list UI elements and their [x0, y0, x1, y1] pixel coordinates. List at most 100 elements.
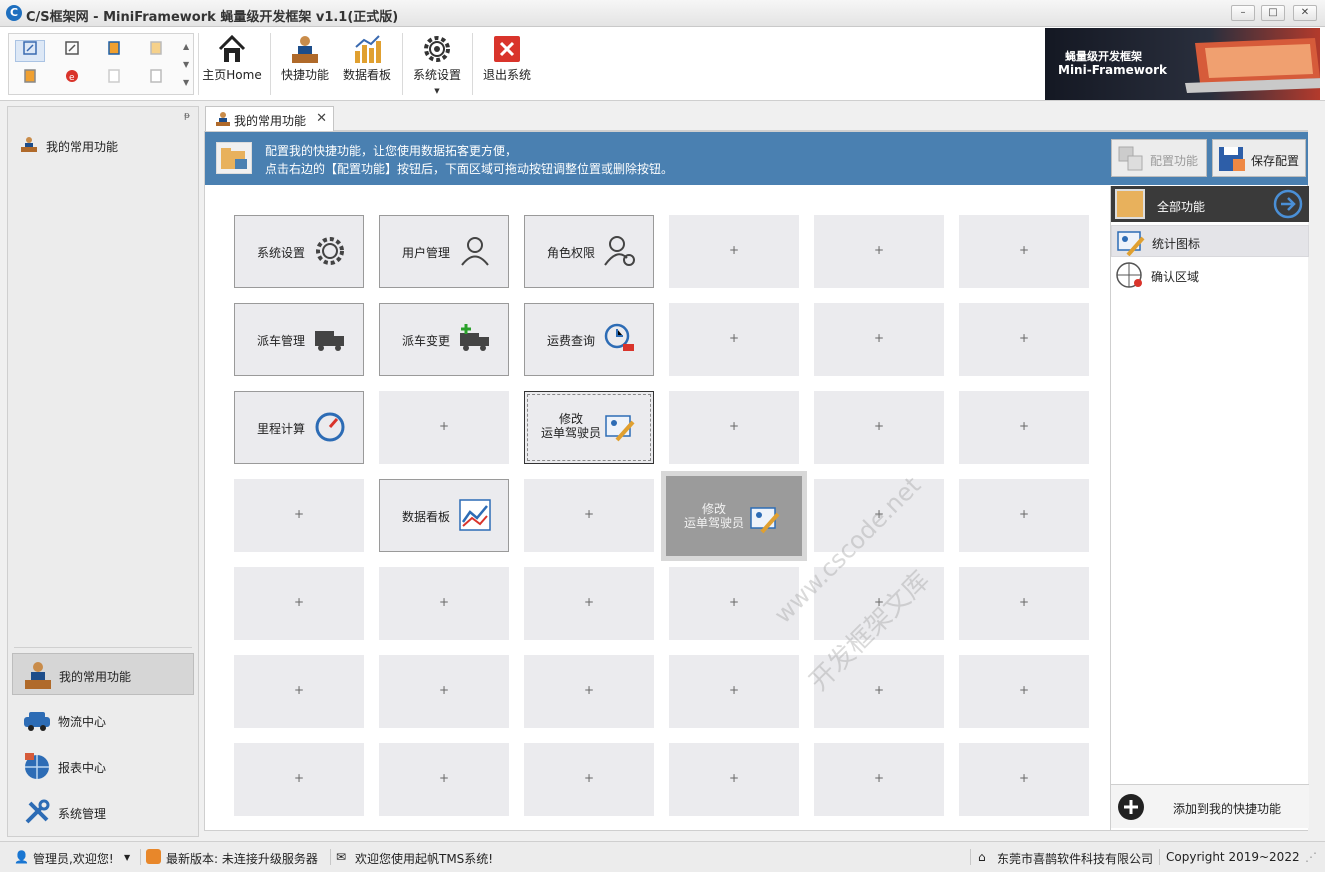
quick-office-icon[interactable] [99, 40, 129, 62]
shortcut-dispatch-management[interactable]: 派车管理 [234, 303, 364, 376]
function-item-confirm-region[interactable]: 确认区域 [1111, 259, 1309, 291]
empty-slot[interactable]: + [814, 567, 944, 640]
tab-favorites[interactable]: 我的常用功能 ✕ [205, 106, 334, 131]
empty-slot[interactable]: + [669, 303, 799, 376]
quick-office-icon[interactable] [15, 68, 45, 90]
empty-slot[interactable]: + [959, 215, 1089, 288]
empty-slot[interactable]: + [959, 655, 1089, 728]
empty-slot[interactable]: + [234, 567, 364, 640]
shortcut-role-permissions[interactable]: 角色权限 [524, 215, 654, 288]
nav-item-favorites[interactable]: 我的常用功能 [12, 653, 194, 695]
plus-icon: + [728, 771, 740, 785]
home-button-label: 主页Home [202, 68, 262, 82]
plus-icon: + [1018, 243, 1030, 257]
home-button[interactable]: 主页Home [202, 31, 262, 97]
plus-icon: + [583, 595, 595, 609]
empty-slot[interactable]: + [379, 655, 509, 728]
tab-close-icon[interactable]: ✕ [316, 111, 327, 126]
empty-slot[interactable]: + [669, 567, 799, 640]
empty-slot[interactable]: + [524, 479, 654, 552]
speedometer-icon [315, 412, 345, 442]
user-dropdown-icon[interactable]: ▼ [124, 853, 130, 862]
empty-slot[interactable]: + [379, 567, 509, 640]
empty-slot[interactable]: + [959, 743, 1089, 816]
empty-slot[interactable]: + [814, 743, 944, 816]
plus-icon: + [438, 683, 450, 697]
empty-slot[interactable]: + [669, 743, 799, 816]
exit-icon [494, 36, 520, 62]
status-company: 东莞市喜鹊软件科技有限公司 [997, 852, 1154, 866]
empty-slot[interactable]: + [814, 391, 944, 464]
empty-slot[interactable]: + [524, 567, 654, 640]
empty-slot[interactable]: + [814, 215, 944, 288]
quick-doc-icon[interactable] [99, 68, 129, 90]
nav-item-reports[interactable]: 报表中心 [12, 745, 194, 787]
maximize-button[interactable]: □ [1261, 5, 1285, 21]
empty-slot[interactable]: + [959, 479, 1089, 552]
quick-doc-icon[interactable] [141, 68, 171, 90]
plus-icon: + [728, 683, 740, 697]
empty-slot[interactable]: + [959, 303, 1089, 376]
shortcut-freight-query[interactable]: 运费查询 [524, 303, 654, 376]
empty-slot[interactable]: + [814, 655, 944, 728]
ribbon-separator [402, 33, 403, 95]
quick-app-icon[interactable]: e [57, 68, 87, 90]
plus-icon: + [728, 595, 740, 609]
dashboard-label: 数据看板 [342, 68, 391, 82]
nav-item-label: 报表中心 [58, 761, 107, 775]
empty-slot[interactable]: + [524, 655, 654, 728]
system-settings-button[interactable]: 系统设置 ▼ [408, 31, 466, 97]
quick-functions-button[interactable]: 快捷功能 [276, 31, 334, 97]
gallery-scroll[interactable]: ▲ ▼ ▼ [183, 38, 191, 92]
shortcut-user-management[interactable]: 用户管理 [379, 215, 509, 288]
nav-item-system[interactable]: 系统管理 [12, 791, 194, 833]
status-user[interactable]: 管理员,欢迎您! [33, 850, 114, 867]
plus-icon: + [583, 771, 595, 785]
shortcut-mileage-calculation[interactable]: 里程计算 [234, 391, 364, 464]
nav-divider [14, 647, 192, 648]
save-config-button[interactable]: 保存配置 [1212, 139, 1306, 177]
arrow-right-icon[interactable] [1272, 189, 1304, 219]
empty-slot[interactable]: + [234, 655, 364, 728]
shortcut-system-settings[interactable]: 系统设置 [234, 215, 364, 288]
status-separator [140, 849, 141, 865]
config-functions-button[interactable]: 配置功能 [1111, 139, 1207, 177]
folder-icon [216, 142, 252, 174]
drag-ghost-modify-driver[interactable]: 修改 运单驾驶员 [661, 471, 807, 561]
empty-slot[interactable]: + [379, 391, 509, 464]
bar-chart-icon [355, 35, 381, 63]
nav-item-logistics[interactable]: 物流中心 [12, 699, 194, 741]
function-item-stats[interactable]: 统计图标 [1111, 225, 1309, 257]
add-to-favorites-button[interactable]: 添加到我的快捷功能 [1111, 784, 1309, 828]
empty-slot[interactable]: + [669, 215, 799, 288]
empty-slot[interactable]: + [524, 743, 654, 816]
nav-item-label: 物流中心 [58, 715, 107, 729]
quick-edit-icon[interactable] [57, 40, 87, 62]
plus-icon: + [1018, 771, 1030, 785]
shortcut-dashboard[interactable]: 数据看板 [379, 479, 509, 552]
close-button[interactable]: ✕ [1293, 5, 1317, 21]
shortcut-dispatch-change[interactable]: 派车变更 [379, 303, 509, 376]
empty-slot[interactable]: + [814, 479, 944, 552]
exit-button[interactable]: 退出系统 [478, 31, 536, 97]
minimize-button[interactable]: – [1231, 5, 1255, 21]
pin-icon[interactable]: ᵽ [184, 111, 190, 121]
quick-edit-icon[interactable] [15, 40, 45, 62]
empty-slot[interactable]: + [669, 391, 799, 464]
home-small-icon: ⌂ [978, 850, 986, 864]
empty-slot[interactable]: + [669, 655, 799, 728]
resize-grip-icon[interactable]: ⋰ [1305, 850, 1317, 864]
empty-slot[interactable]: + [814, 303, 944, 376]
empty-slot[interactable]: + [379, 743, 509, 816]
dashboard-button[interactable]: 数据看板 [338, 31, 396, 97]
quick-office-icon[interactable] [141, 40, 171, 62]
empty-slot[interactable]: + [234, 479, 364, 552]
save-icon [1219, 147, 1245, 171]
empty-slot[interactable]: + [234, 743, 364, 816]
shortcut-modify-driver[interactable]: 修改 运单驾驶员 [524, 391, 654, 464]
plus-icon: + [1018, 419, 1030, 433]
add-to-favorites-label: 添加到我的快捷功能 [1173, 802, 1282, 816]
empty-slot[interactable]: + [959, 391, 1089, 464]
empty-slot[interactable]: + [959, 567, 1089, 640]
nav-item-label: 我的常用功能 [59, 670, 132, 684]
